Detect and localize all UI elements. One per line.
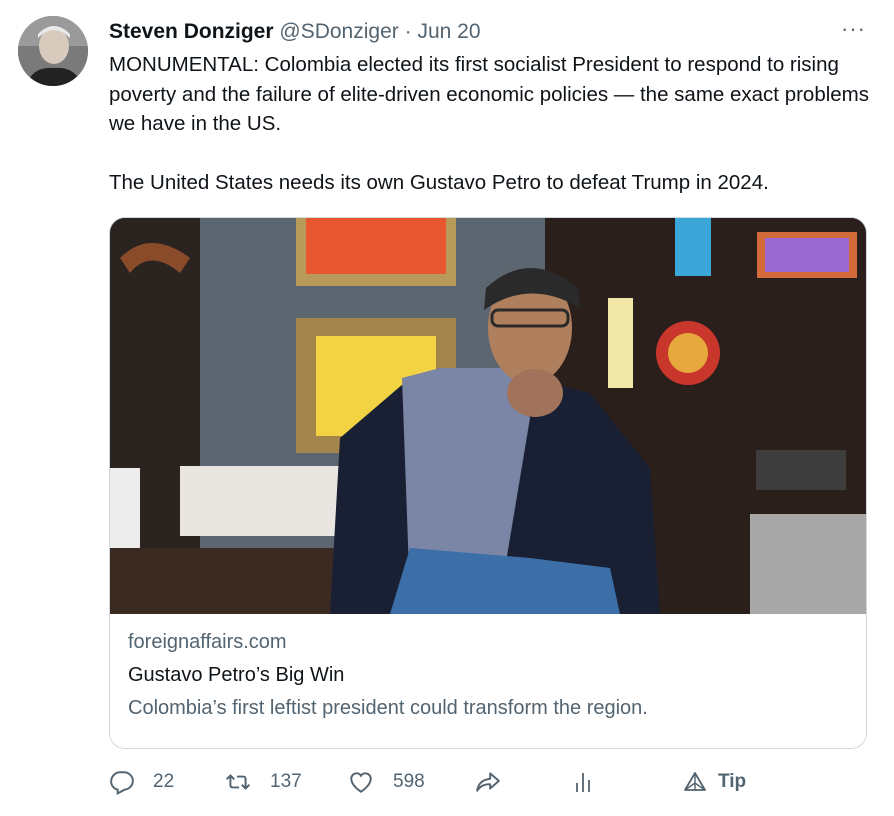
tip-icon <box>684 772 706 791</box>
heart-icon <box>350 772 372 793</box>
more-options-icon[interactable]: ··· <box>841 18 866 40</box>
card-meta: foreignaffairs.com Gustavo Petro’s Big W… <box>128 626 848 725</box>
tip-label: Tip <box>718 771 747 792</box>
tip-button[interactable]: Tip <box>682 762 746 802</box>
separator-dot: · <box>404 20 412 43</box>
tweet-header: Steven Donziger @SDonziger · Jun 20 <box>109 18 870 46</box>
analytics-button[interactable] <box>571 762 595 802</box>
reply-button[interactable]: 22 <box>109 762 174 802</box>
card-domain: foreignaffairs.com <box>128 631 287 653</box>
action-bar: 22 137 598 Tip <box>109 762 869 802</box>
share-button[interactable] <box>473 762 503 802</box>
retweet-icon <box>225 774 251 790</box>
retweet-count: 137 <box>270 771 302 792</box>
retweet-button[interactable]: 137 <box>224 762 302 802</box>
like-count: 598 <box>393 771 425 792</box>
tweet-paragraph: MONUMENTAL: Colombia elected its first s… <box>109 53 870 135</box>
share-icon <box>476 772 500 792</box>
card-image <box>110 218 866 614</box>
author-handle[interactable]: @SDonziger <box>279 20 398 43</box>
card-title[interactable]: Gustavo Petro’s Big Win <box>128 659 848 692</box>
tweet-text: MONUMENTAL: Colombia elected its first s… <box>109 50 869 198</box>
card-description: Colombia’s first leftist president could… <box>128 697 648 719</box>
tweet: Steven Donziger @SDonziger · Jun 20 ··· … <box>0 0 894 816</box>
tweet-date[interactable]: Jun 20 <box>417 20 480 43</box>
analytics-icon <box>576 773 590 792</box>
avatar-image <box>18 16 88 86</box>
like-button[interactable]: 598 <box>347 762 425 802</box>
avatar[interactable] <box>18 16 88 86</box>
reply-icon <box>110 771 134 795</box>
reply-count: 22 <box>153 771 175 792</box>
author-name[interactable]: Steven Donziger <box>109 20 274 43</box>
tweet-paragraph: The United States needs its own Gustavo … <box>109 171 769 194</box>
link-card[interactable]: foreignaffairs.com Gustavo Petro’s Big W… <box>109 217 867 749</box>
